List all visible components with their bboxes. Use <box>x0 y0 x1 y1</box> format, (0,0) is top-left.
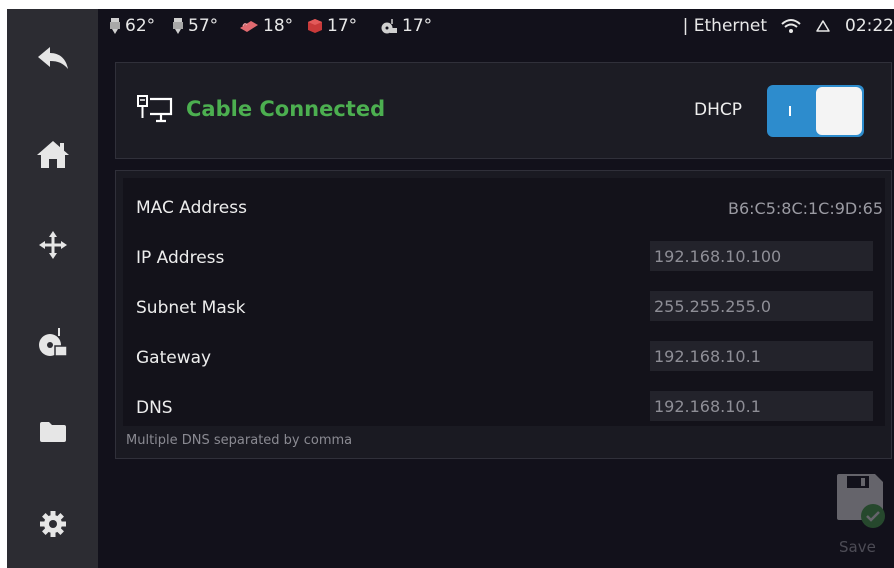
temp-extruder1[interactable]: 57° <box>172 16 218 36</box>
dhcp-label: DHCP <box>694 100 742 120</box>
gear-icon <box>39 511 66 537</box>
wifi-icon <box>781 19 801 33</box>
save-button[interactable]: Save <box>835 472 887 564</box>
toggle-on-mark <box>789 106 791 116</box>
clock: 02:22 <box>845 16 894 36</box>
temp-bed[interactable]: 18° <box>239 16 293 36</box>
ip-address-field[interactable] <box>650 241 873 271</box>
sidebar <box>7 9 98 568</box>
dhcp-toggle[interactable] <box>767 85 864 137</box>
settings-button[interactable] <box>7 489 98 559</box>
temp-chamber[interactable]: 17° <box>307 16 357 36</box>
mcu-icon <box>381 19 397 34</box>
toggle-knob[interactable] <box>816 87 862 135</box>
move-icon <box>38 231 67 259</box>
move-button[interactable] <box>7 210 98 280</box>
mac-address-label: MAC Address <box>136 198 247 218</box>
connection-status: Cable Connected <box>186 97 386 121</box>
network-status[interactable]: | Ethernet 02:22 <box>683 16 894 36</box>
dns-label: DNS <box>136 398 173 418</box>
back-arrow-icon <box>37 47 68 69</box>
network-type: | Ethernet <box>682 16 767 36</box>
connection-card: Cable Connected DHCP <box>115 62 892 159</box>
gateway-field[interactable] <box>650 341 873 371</box>
temp-chamber-value: 17° <box>327 16 358 36</box>
extruder-icon <box>173 18 183 34</box>
back-button[interactable] <box>7 23 98 93</box>
printer-screen: 62° 57° 18° 17° 17° | Ethernet 02:22 Cab… <box>7 9 894 568</box>
ip-address-label: IP Address <box>136 248 225 268</box>
ethernet-plug-icon <box>137 95 173 123</box>
extruder-icon <box>110 18 120 34</box>
filament-button[interactable] <box>7 307 98 377</box>
filament-spool-icon <box>38 328 68 357</box>
dns-hint: Multiple DNS separated by comma <box>126 433 353 448</box>
temp-bed-value: 18° <box>263 16 294 36</box>
subnet-mask-field[interactable] <box>650 291 873 321</box>
folder-icon <box>39 422 66 442</box>
subnet-mask-label: Subnet Mask <box>136 298 246 318</box>
temp-extruder1-value: 57° <box>188 16 219 36</box>
temp-extruder[interactable]: 62° <box>109 16 155 36</box>
temp-mcu-value: 17° <box>402 16 433 36</box>
status-bar: 62° 57° 18° 17° 17° | Ethernet 02:22 <box>105 9 894 45</box>
chamber-icon <box>308 19 322 33</box>
save-label: Save <box>839 538 876 556</box>
network-info-panel: MAC Address B6:C5:8C:1C:9D:65 IP Address… <box>123 178 885 426</box>
gateway-label: Gateway <box>136 348 212 368</box>
heater-bed-icon <box>240 21 258 32</box>
temp-extruder-value: 62° <box>125 16 156 36</box>
network-info-card: MAC Address B6:C5:8C:1C:9D:65 IP Address… <box>115 170 892 459</box>
files-button[interactable] <box>7 397 98 467</box>
mac-address-value: B6:C5:8C:1C:9D:65 <box>727 199 883 218</box>
temp-mcu[interactable]: 17° <box>380 16 432 36</box>
save-icon <box>837 474 885 528</box>
home-button[interactable] <box>7 119 98 189</box>
cloud-icon <box>816 20 830 32</box>
dns-field[interactable] <box>650 391 873 421</box>
home-icon <box>36 141 69 168</box>
